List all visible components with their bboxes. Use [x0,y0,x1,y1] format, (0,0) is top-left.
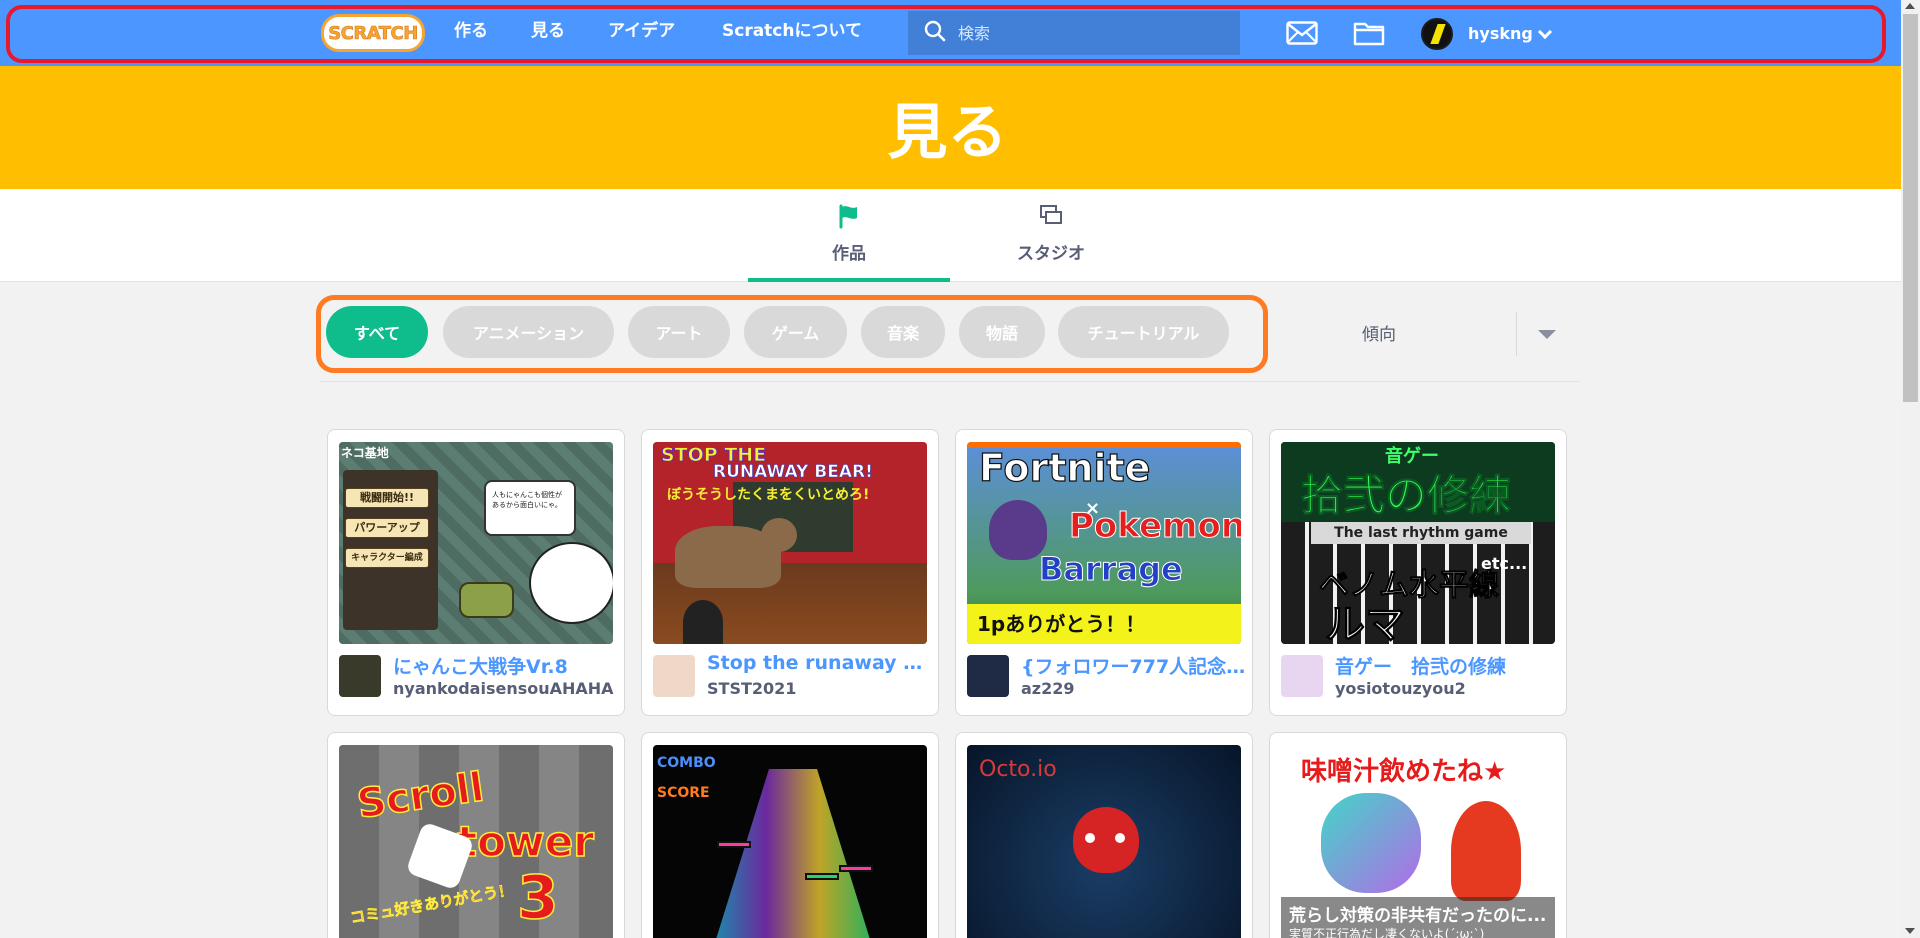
project-card[interactable]: COMBO SCORE [641,732,939,938]
thumb-text: tower [456,816,594,867]
thumb-text: RUNAWAY BEAR! [713,462,873,483]
top-navigation-bar: SCRATCH 作る 見る アイデア Scratchについて hyskng [0,0,1901,66]
nav-link-create[interactable]: 作る [454,0,488,66]
thumb-text: 人もにゃんこも個性があるから面白いにゃ。 [484,480,576,536]
thumb-text: ぼうそうしたくまをくいとめろ! [667,487,870,503]
nav-link-ideas[interactable]: アイデア [608,0,675,66]
tab-projects[interactable]: 作品 [748,189,950,282]
sort-divider [1516,312,1517,356]
project-thumbnail[interactable]: Scroll tower 3 コミュ好きありがとう！ [339,745,613,938]
page-title: 見る [887,98,1008,168]
thumb-text: Fortnite [978,445,1151,490]
project-thumbnail[interactable]: STOP THE RUNAWAY BEAR! ぼうそうしたくまをくいとめろ! [653,442,927,644]
thumb-text: etc... [1481,554,1528,573]
thumb-text: The last rhythm game [1311,522,1531,544]
project-thumbnail[interactable]: Octo.io [967,745,1241,938]
thumb-text: Octo.io [979,757,1057,782]
explore-tabs: 作品 スタジオ [0,189,1901,282]
category-all[interactable]: すべて [326,306,428,358]
studio-icon [1038,203,1064,233]
thumb-text: ルマ [1325,602,1406,645]
project-title[interactable]: にゃんこ大戦争Vr.8 [393,652,618,679]
scroll-down-arrow-icon[interactable] [1905,928,1915,934]
messages-icon[interactable] [1285,18,1319,48]
category-music[interactable]: 音楽 [861,306,945,358]
explore-banner: 見る [0,66,1901,189]
thumb-text: COMBO [657,755,716,771]
tab-projects-label: 作品 [832,244,866,264]
thumb-text: 3 [516,862,559,934]
scratch-logo[interactable]: SCRATCH [321,14,425,52]
project-author[interactable]: yosiotouzyou2 [1335,679,1560,698]
category-tutorials[interactable]: チュートリアル [1058,306,1229,358]
search-icon [924,20,946,46]
project-thumbnail[interactable]: 音ゲー 拾弐の修練 The last rhythm game ベノム水平線 et… [1281,442,1555,644]
category-art[interactable]: アート [628,306,730,358]
project-thumbnail[interactable]: 戦闘開始!! パワーアップ キャラクター編成 ネコ基地 人もにゃんこも個性がある… [339,442,613,644]
user-avatar[interactable] [1421,18,1453,50]
author-avatar[interactable] [653,655,695,697]
author-avatar[interactable] [967,655,1009,697]
project-author[interactable]: az229 [1021,679,1246,698]
thumb-text: 荒らし対策の非共有だったのに... [1289,906,1547,926]
flag-icon [836,203,862,233]
project-thumbnail[interactable]: COMBO SCORE [653,745,927,938]
my-stuff-folder-icon[interactable] [1352,18,1386,48]
username-label[interactable]: hyskng [1468,0,1533,66]
nav-link-explore[interactable]: 見る [531,0,565,66]
scrollbar-thumb[interactable] [1903,14,1918,402]
project-author[interactable]: nyankodaisensouAHAHA [393,679,618,698]
thumb-text: 1pありがとう！！ [977,612,1146,636]
sort-dropdown-icon[interactable] [1538,330,1556,339]
category-animation[interactable]: アニメーション [443,306,614,358]
thumb-text: キャラクター編成 [345,548,429,568]
project-thumbnail[interactable]: 味噌汁飲めたね★ 荒らし対策の非共有だったのに... 実質不正行為だし凄くないよ… [1281,745,1555,938]
category-games[interactable]: ゲーム [744,306,847,358]
project-title[interactable]: 音ゲー 拾弐の修練 [1335,652,1560,679]
thumb-text: Pokemon [1068,506,1241,547]
thumb-text: パワーアップ [345,518,429,538]
project-thumbnail[interactable]: Fortnite × Pokemon Barrage 1pありがとう！！ [967,442,1241,644]
project-card[interactable]: 音ゲー 拾弐の修練 The last rhythm game ベノム水平線 et… [1269,429,1567,716]
thumb-text: SCORE [657,785,710,801]
chevron-down-icon[interactable] [1537,24,1553,40]
project-author[interactable]: STST2021 [707,679,932,698]
author-avatar[interactable] [1281,655,1323,697]
section-divider [320,381,1580,382]
thumb-text: ネコ基地 [341,446,389,460]
category-stories[interactable]: 物語 [959,306,1045,358]
project-card[interactable]: STOP THE RUNAWAY BEAR! ぼうそうしたくまをくいとめろ! S… [641,429,939,716]
thumb-text: Barrage [1039,550,1184,589]
project-title[interactable]: Stop the runaway be... [707,652,932,674]
search-input[interactable] [958,23,1218,43]
project-card[interactable]: Scroll tower 3 コミュ好きありがとう！ [327,732,625,938]
project-card[interactable]: 戦闘開始!! パワーアップ キャラクター編成 ネコ基地 人もにゃんこも個性がある… [327,429,625,716]
tab-studios-label: スタジオ [1017,244,1085,264]
scroll-up-arrow-icon[interactable] [1905,3,1915,9]
thumb-text: 実質不正行為だし凄くないよ(´;ω;`) [1289,927,1485,938]
thumb-text: 戦闘開始!! [345,488,429,508]
sort-label[interactable]: 傾向 [1362,320,1396,345]
search-box[interactable] [908,11,1240,55]
project-card[interactable]: Octo.io [955,732,1253,938]
project-title[interactable]: {フォロワー777人記念... [1021,652,1246,679]
project-card[interactable]: Fortnite × Pokemon Barrage 1pありがとう！！ {フォ… [955,429,1253,716]
thumb-text: 味噌汁飲めたね★ [1301,757,1507,787]
project-card[interactable]: 味噌汁飲めたね★ 荒らし対策の非共有だったのに... 実質不正行為だし凄くないよ… [1269,732,1567,938]
tab-studios[interactable]: スタジオ [950,189,1152,282]
author-avatar[interactable] [339,655,381,697]
thumb-text: 拾弐の修練 [1300,471,1512,521]
nav-link-about[interactable]: Scratchについて [722,0,862,66]
